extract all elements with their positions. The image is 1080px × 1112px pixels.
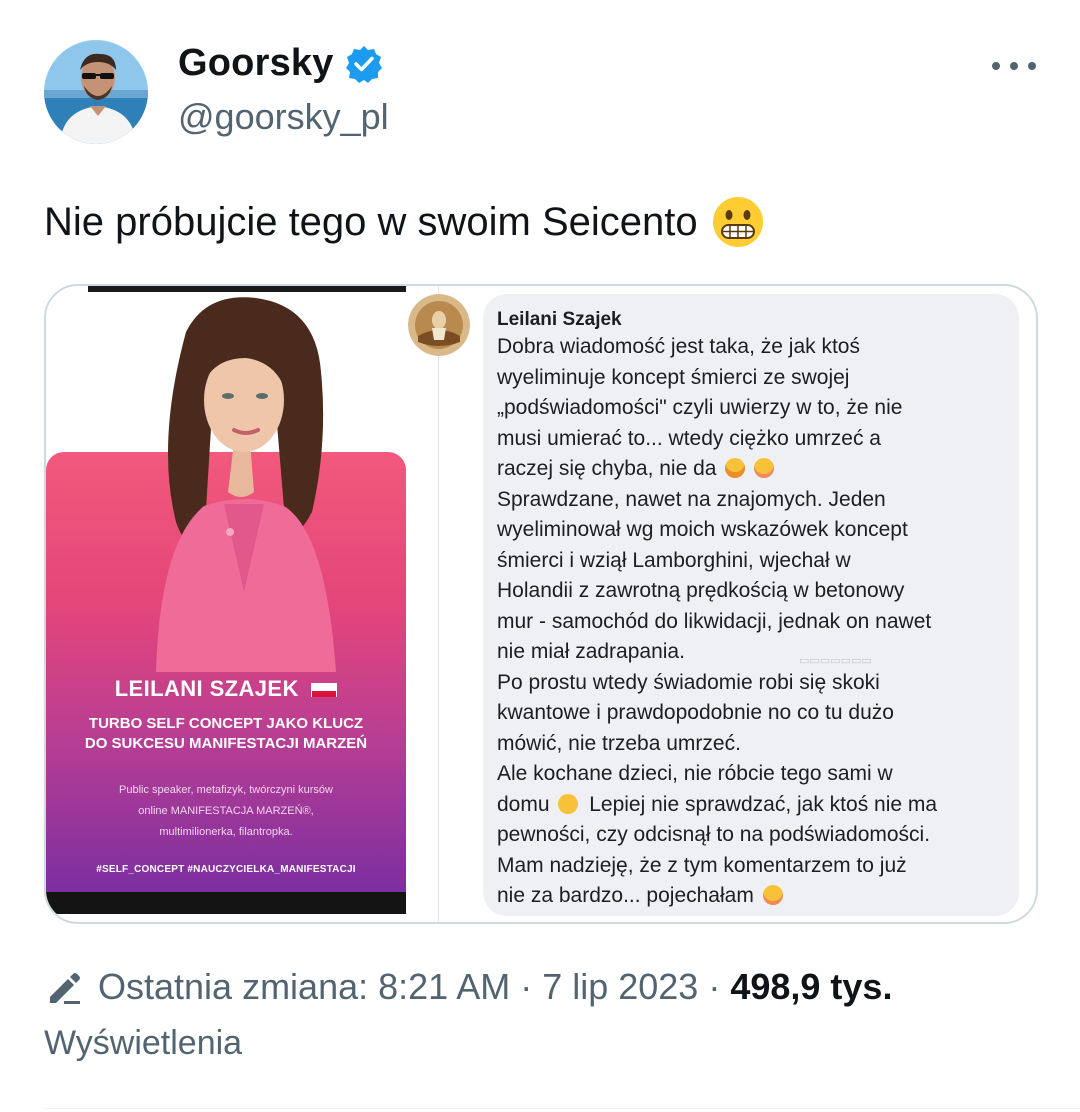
commenter-avatar [408, 294, 470, 356]
tweet-media-image[interactable]: LEILANI SZAJEK TURBO SELF CONCEPT JAKO K… [44, 284, 1038, 924]
comment-line: pewności, czy odcisnął to na podświadomo… [497, 823, 931, 846]
comment-line: śmierci i wziął Lamborghini, wjechał w [497, 548, 851, 572]
comment-line: mówić, nie trzeba umrzeć. [497, 731, 741, 755]
edit-timestamp-label[interactable]: Ostatnia zmiana: 8:21 AM · 7 lip 2023 · [98, 966, 720, 1008]
comment-line: Ale kochane dzieci, nie róbcie tego sami… [497, 762, 893, 785]
promo-panel: LEILANI SZAJEK TURBO SELF CONCEPT JAKO K… [46, 286, 406, 922]
tweet-text: Nie próbujcie tego w swoim Seicento [44, 196, 764, 248]
promo-name-text: LEILANI SZAJEK [114, 676, 299, 701]
rofl-emoji [725, 458, 746, 478]
promo-subtitle-line: TURBO SELF CONCEPT JAKO KLUCZ [88, 715, 364, 732]
comment-line: „podświadomości" czyli uwierzy w to, że … [497, 396, 903, 419]
bottom-divider [44, 1108, 1080, 1109]
promo-portrait-image [156, 297, 336, 672]
author-avatar[interactable] [44, 40, 148, 144]
comment-line: Holandii z zawrotną prędkością w betonow… [497, 579, 905, 602]
promo-description: Public speaker, metafizyk, twórczyni kur… [70, 780, 382, 843]
promo-subtitle: TURBO SELF CONCEPT JAKO KLUCZ DO SUKCESU… [46, 714, 406, 754]
image-watermark: ▭▭▭▭▭▭▭ [799, 655, 872, 667]
media-separator [438, 286, 439, 922]
verified-badge-icon [345, 45, 382, 83]
comment-line: nie miał zadrapania. [497, 640, 685, 663]
comment-line: nie za bardzo... pojechałam [497, 881, 1003, 912]
edit-pencil-icon[interactable] [44, 967, 84, 1007]
promo-description-line: Public speaker, metafizyk, twórczyni kur… [119, 784, 333, 796]
views-count: 498,9 tys. [730, 966, 893, 1007]
author-handle[interactable]: @goorsky_pl [178, 96, 389, 138]
comment-line: domu Lepiej nie sprawdzać, jak ktoś nie … [497, 790, 1003, 821]
comment-line: raczej się chyba, nie da [497, 454, 1003, 485]
author-name[interactable]: Goorsky [178, 42, 334, 85]
promo-hashtags: #SELF_CONCEPT #NAUCZYCIELKA_MANIFESTACJI [96, 864, 356, 875]
comment-line: kwantowe i prawdopodobnie no co tu dużo [497, 701, 894, 724]
promo-bottom-bar [46, 892, 406, 914]
comment-line-text: nie za bardzo... pojechałam [497, 884, 754, 907]
comment-line: Dobra wiadomość jest taka, że jak ktoś [497, 335, 860, 358]
tweet-text-content: Nie próbujcie tego w swoim Seicento [44, 200, 698, 244]
comment-line-text: domu [497, 792, 550, 816]
comment-bubble: Leilani Szajek Dobra wiadomość jest taka… [483, 294, 1019, 916]
grimacing-face-emoji [712, 197, 763, 247]
more-options-icon[interactable] [992, 52, 1036, 80]
blushing-face-emoji [762, 885, 783, 905]
comment-line: wyeliminował wg moich wskazówek koncept [497, 518, 908, 541]
promo-description-line: online MANIFESTACJA MARZEŃ®, [138, 805, 314, 817]
comment-line: Po prostu wtedy świadomie robi się skoki [497, 670, 880, 694]
promo-subtitle-line: DO SUKCESU MANIFESTACJI MARZEŃ [84, 735, 368, 752]
comment-line: Sprawdzane, nawet na znajomych. Jeden [497, 487, 886, 511]
views-label: Wyświetlenia [44, 1024, 243, 1062]
comment-line: Mam nadzieję, że z tym komentarzem to ju… [497, 853, 907, 877]
comment-line: mur - samochód do likwidacji, jednak on … [497, 609, 932, 633]
commenter-name: Leilani Szajek [497, 309, 622, 330]
blushing-face-emoji [754, 458, 775, 478]
comment-line: wyeliminuje koncept śmierci ze swojej [497, 365, 850, 389]
comment-line-text: raczej się chyba, nie da [497, 457, 717, 480]
tweet-metadata: Ostatnia zmiana: 8:21 AM · 7 lip 2023 · … [44, 966, 892, 1008]
poland-flag-icon [311, 683, 338, 698]
comment-line: musi umierać to... wtedy ciężko umrzeć a [497, 426, 881, 450]
promo-description-line: multimilionerka, filantropka. [159, 826, 293, 838]
promo-title: LEILANI SZAJEK [46, 676, 406, 702]
smiling-face-emoji [558, 793, 579, 814]
comment-line-text: Lepiej nie sprawdzać, jak ktoś nie ma [589, 792, 938, 816]
